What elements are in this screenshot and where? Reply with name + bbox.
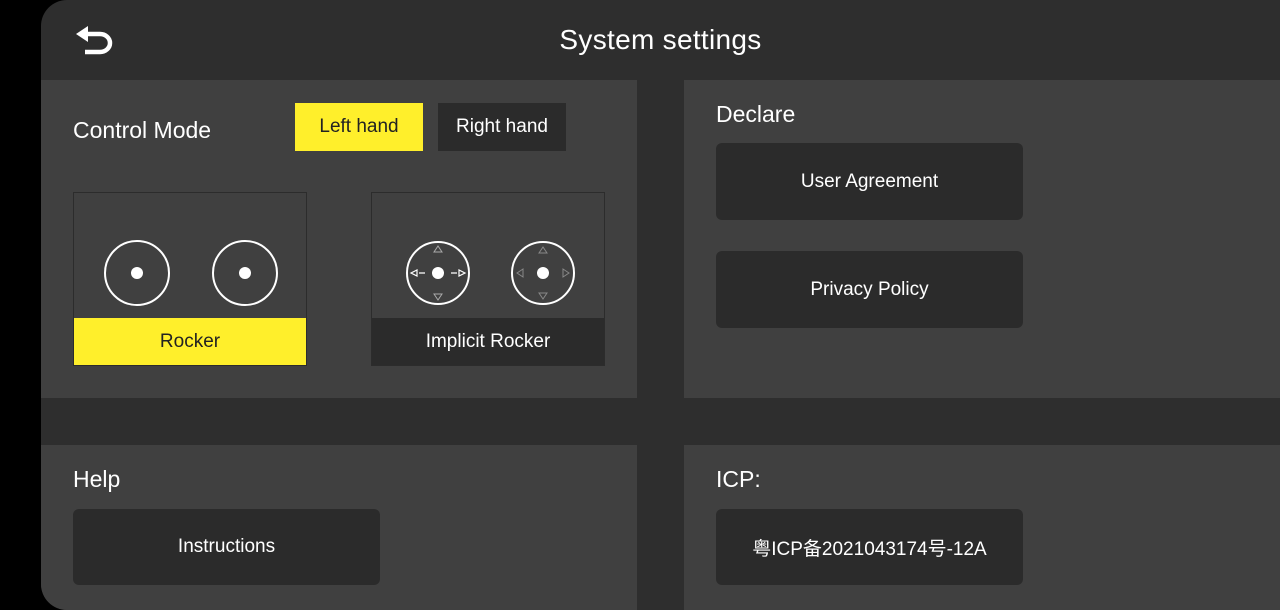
implicit-rocker-mode-card[interactable]: Implicit Rocker: [371, 192, 605, 366]
user-agreement-button[interactable]: User Agreement: [716, 143, 1023, 220]
icp-number-button[interactable]: 粤ICP备2021043174号-12A: [716, 509, 1023, 585]
left-direction-joystick-icon: [406, 241, 470, 305]
help-panel: Help Instructions: [41, 445, 637, 610]
implicit-rocker-mode-label: Implicit Rocker: [372, 318, 604, 365]
right-direction-joystick-icon: [511, 241, 575, 305]
rocker-mode-label: Rocker: [74, 318, 306, 365]
header: System settings: [41, 0, 1280, 80]
right-hand-button[interactable]: Right hand: [438, 103, 566, 151]
rocker-mode-card[interactable]: Rocker: [73, 192, 307, 366]
icp-title: ICP:: [716, 466, 761, 492]
help-title: Help: [73, 466, 121, 492]
control-mode-panel: Control Mode Left hand Right hand Rocker: [41, 80, 637, 398]
declare-panel: Declare User Agreement Privacy Policy: [684, 80, 1280, 398]
icp-panel: ICP: 粤ICP备2021043174号-12A: [684, 445, 1280, 610]
declare-title: Declare: [716, 101, 796, 127]
page-title: System settings: [559, 24, 762, 55]
privacy-policy-button[interactable]: Privacy Policy: [716, 251, 1023, 328]
right-joystick-icon: [212, 240, 278, 306]
control-mode-title: Control Mode: [73, 117, 212, 143]
left-joystick-icon: [104, 240, 170, 306]
left-hand-button[interactable]: Left hand: [295, 103, 423, 151]
settings-screen: System settings Control Mode Left hand R…: [41, 0, 1280, 610]
instructions-button[interactable]: Instructions: [73, 509, 380, 585]
